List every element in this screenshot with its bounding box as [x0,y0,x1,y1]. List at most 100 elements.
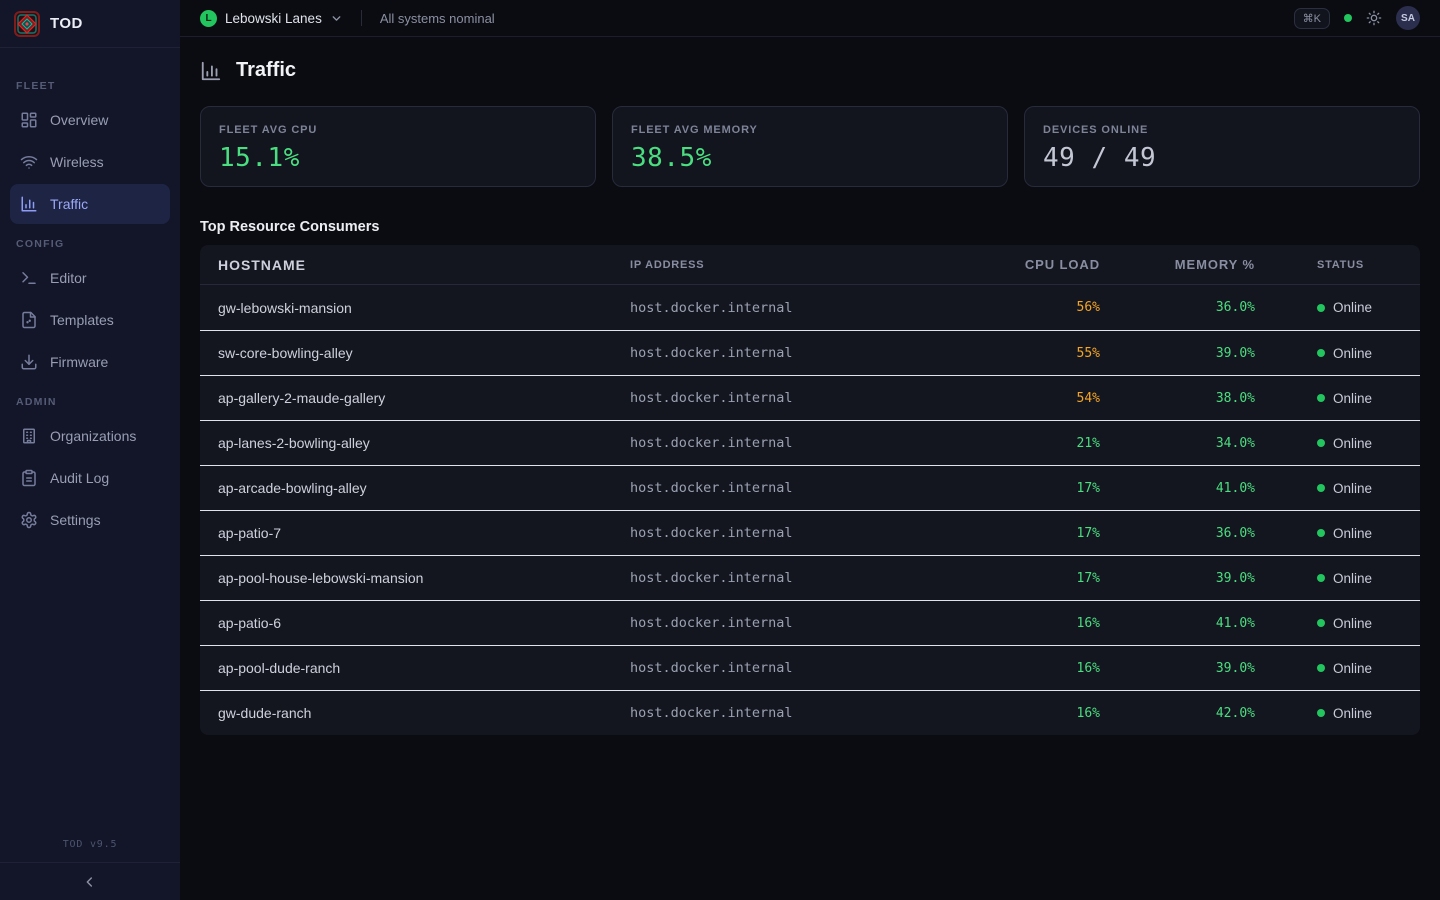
stat-card-fleet-avg-memory: FLEET AVG MEMORY 38.5% [612,106,1008,187]
command-palette-shortcut[interactable]: ⌘K [1294,8,1330,29]
status-cell: Online [1255,391,1420,406]
cpu-cell: 16% [960,616,1100,631]
table-row[interactable]: ap-patio-7 host.docker.internal 17% 36.0… [200,510,1420,555]
table-section-heading: Top Resource Consumers [200,219,1420,235]
status-cell: Online [1255,346,1420,361]
table-header-row: HOSTNAME IP ADDRESS CPU LOAD MEMORY % ST… [200,245,1420,285]
overview-grid-icon [20,111,38,129]
memory-cell: 39.0% [1100,661,1255,676]
table-row[interactable]: gw-dude-ranch host.docker.internal 16% 4… [200,690,1420,735]
sidebar-item-settings[interactable]: Settings [10,500,170,540]
hostname-cell: ap-arcade-bowling-alley [200,480,630,496]
hostname-cell: ap-pool-house-lebowski-mansion [200,570,630,586]
sidebar-item-label: Wireless [50,154,104,170]
status-cell: Online [1255,436,1420,451]
column-header-ip: IP ADDRESS [630,259,960,271]
memory-cell: 34.0% [1100,436,1255,451]
topbar-divider [361,10,362,26]
status-label: Online [1333,300,1372,315]
cpu-cell: 21% [960,436,1100,451]
column-header-hostname: HOSTNAME [200,257,630,273]
nav-section-admin: ADMIN [0,396,180,408]
hostname-cell: gw-dude-ranch [200,705,630,721]
stat-label: FLEET AVG MEMORY [631,124,989,136]
sidebar-item-organizations[interactable]: Organizations [10,416,170,456]
org-switcher[interactable]: L Lebowski Lanes [200,10,343,27]
sidebar-item-wireless[interactable]: Wireless [10,142,170,182]
status-label: Online [1333,571,1372,586]
status-cell: Online [1255,706,1420,721]
file-icon [20,311,38,329]
online-dot [1317,664,1325,672]
nav-section-fleet: FLEET [0,80,180,92]
stat-value: 15.1% [219,143,577,173]
sidebar-item-label: Templates [50,312,114,328]
theme-toggle-sun-icon[interactable] [1366,10,1382,26]
hostname-cell: ap-pool-dude-ranch [200,660,630,676]
memory-cell: 42.0% [1100,706,1255,721]
hostname-cell: ap-patio-6 [200,615,630,631]
cpu-cell: 56% [960,300,1100,315]
ip-cell: host.docker.internal [630,615,960,631]
table-row[interactable]: ap-pool-dude-ranch host.docker.internal … [200,645,1420,690]
sidebar: TOD FLEET Overview Wireless [0,0,180,900]
sidebar-item-firmware[interactable]: Firmware [10,342,170,382]
terminal-icon [20,269,38,287]
status-label: Online [1333,706,1372,721]
connection-status-dot [1344,14,1352,22]
page-title: Traffic [236,59,296,82]
top-resource-consumers-table: HOSTNAME IP ADDRESS CPU LOAD MEMORY % ST… [200,245,1420,735]
stat-label: DEVICES ONLINE [1043,124,1401,136]
topbar-right: ⌘K SA [1294,6,1420,30]
sidebar-item-label: Editor [50,270,87,286]
sidebar-item-editor[interactable]: Editor [10,258,170,298]
table-row[interactable]: gw-lebowski-mansion host.docker.internal… [200,285,1420,330]
stat-value: 49 / 49 [1043,143,1401,173]
table-row[interactable]: sw-core-bowling-alley host.docker.intern… [200,330,1420,375]
page-title-row: Traffic [200,59,1420,82]
user-avatar[interactable]: SA [1396,6,1420,30]
online-dot [1317,574,1325,582]
memory-cell: 36.0% [1100,300,1255,315]
stat-card-fleet-avg-cpu: FLEET AVG CPU 15.1% [200,106,596,187]
online-dot [1317,349,1325,357]
status-cell: Online [1255,616,1420,631]
status-label: Online [1333,616,1372,631]
status-label: Online [1333,526,1372,541]
ip-cell: host.docker.internal [630,570,960,586]
building-icon [20,427,38,445]
online-dot [1317,709,1325,717]
sidebar-item-traffic[interactable]: Traffic [10,184,170,224]
hostname-cell: ap-lanes-2-bowling-alley [200,435,630,451]
memory-cell: 38.0% [1100,391,1255,406]
status-label: Online [1333,436,1372,451]
status-cell: Online [1255,571,1420,586]
hostname-cell: sw-core-bowling-alley [200,345,630,361]
download-icon [20,353,38,371]
column-header-memory: MEMORY % [1100,257,1255,272]
sidebar-item-audit-log[interactable]: Audit Log [10,458,170,498]
hostname-cell: ap-patio-7 [200,525,630,541]
sidebar-collapse-button[interactable] [0,862,180,900]
sidebar-item-label: Organizations [50,428,136,444]
table-row[interactable]: ap-patio-6 host.docker.internal 16% 41.0… [200,600,1420,645]
sidebar-item-templates[interactable]: Templates [10,300,170,340]
online-dot [1317,529,1325,537]
app-logo-icon [14,11,40,37]
wifi-icon [20,153,38,171]
bar-chart-icon [20,195,38,213]
sidebar-item-overview[interactable]: Overview [10,100,170,140]
clipboard-icon [20,469,38,487]
table-row[interactable]: ap-gallery-2-maude-gallery host.docker.i… [200,375,1420,420]
stat-value: 38.5% [631,143,989,173]
table-row[interactable]: ap-lanes-2-bowling-alley host.docker.int… [200,420,1420,465]
table-row[interactable]: ap-arcade-bowling-alley host.docker.inte… [200,465,1420,510]
memory-cell: 36.0% [1100,526,1255,541]
app-version: TOD v9.5 [0,829,180,862]
cpu-cell: 54% [960,391,1100,406]
cpu-cell: 17% [960,481,1100,496]
sidebar-nav: FLEET Overview Wireless [0,48,180,829]
table-row[interactable]: ap-pool-house-lebowski-mansion host.dock… [200,555,1420,600]
sidebar-item-label: Settings [50,512,101,528]
memory-cell: 39.0% [1100,571,1255,586]
